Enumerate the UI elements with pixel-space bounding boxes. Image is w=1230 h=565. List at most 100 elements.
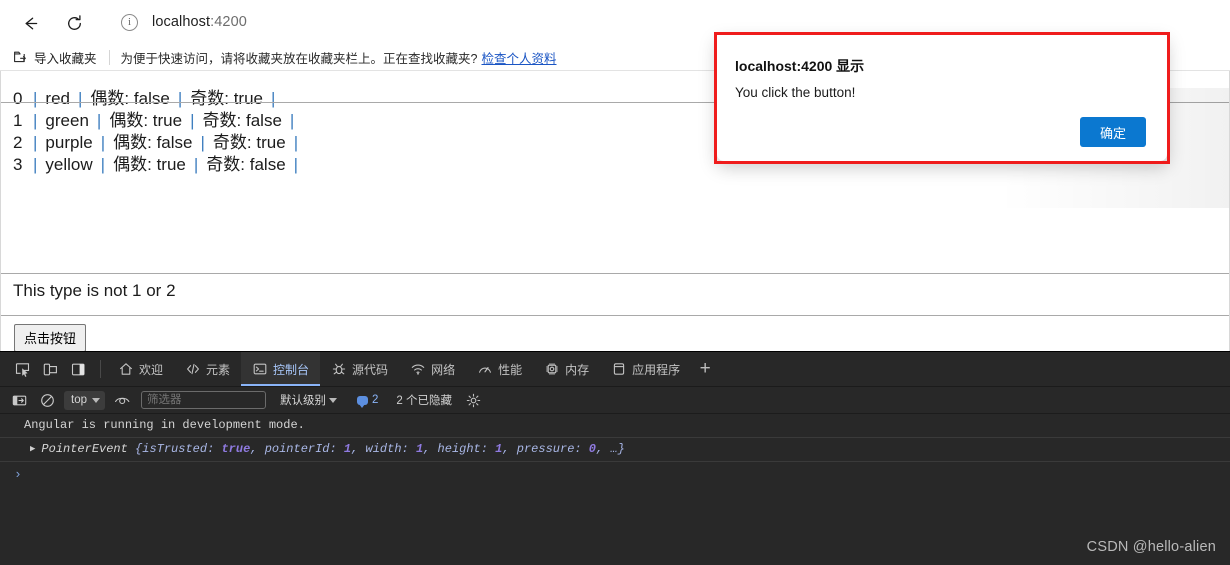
address-bar-url: localhost:4200 — [152, 14, 247, 30]
row-separator: | — [33, 111, 38, 130]
console-prompt[interactable]: › — [0, 462, 1230, 487]
tab-memory[interactable]: 内存 — [533, 352, 600, 386]
watermark: CSDN @hello-alien — [1086, 539, 1216, 555]
performance-icon — [477, 362, 492, 377]
code-icon — [185, 362, 200, 377]
click-button[interactable]: 点击按钮 — [14, 324, 87, 351]
row-odd-value: true — [233, 89, 263, 108]
dock-side-icon[interactable] — [66, 357, 90, 381]
more-tabs-button[interactable]: + — [691, 352, 719, 386]
reload-button[interactable] — [60, 9, 88, 37]
row-separator: | — [33, 133, 38, 152]
url-port: :4200 — [210, 14, 247, 30]
row-odd-value: false — [245, 111, 282, 130]
console-icon — [252, 362, 267, 377]
console-filter-input[interactable] — [141, 391, 266, 409]
divider-middle — [1, 273, 1229, 274]
tab-elements[interactable]: 元素 — [174, 352, 241, 386]
row-even-label: 偶数: — [109, 111, 149, 130]
bookmarks-hint: 为便于快速访问，请将收藏夹放在收藏夹栏上。正在查找收藏夹? — [120, 51, 478, 66]
row-odd-value: true — [256, 133, 286, 152]
tab-label: 应用程序 — [632, 362, 681, 377]
tab-console[interactable]: 控制台 — [241, 352, 321, 386]
object-key: pointerId — [264, 442, 330, 456]
log-level-selector[interactable]: 默认级别 — [280, 392, 337, 408]
row-odd-label: 奇数: — [202, 111, 242, 130]
live-expression-icon[interactable] — [111, 390, 133, 410]
chevron-down-icon — [329, 397, 337, 403]
clear-console-icon[interactable] — [36, 390, 58, 410]
object-key: isTrusted — [142, 442, 208, 456]
tab-network[interactable]: 网络 — [399, 352, 466, 386]
row-even-label: 偶数: — [113, 133, 152, 152]
tab-sources[interactable]: 源代码 — [320, 352, 399, 386]
row-separator: | — [177, 89, 183, 108]
dialog-title: localhost:4200 显示 — [735, 58, 865, 74]
console-sidebar-icon[interactable] — [8, 390, 30, 410]
row-even-label: 偶数: — [90, 89, 130, 108]
tab-welcome[interactable]: 欢迎 — [107, 352, 174, 386]
object-key: pressure — [516, 442, 575, 456]
execution-context-label: top — [71, 394, 87, 406]
row-separator: | — [190, 111, 195, 130]
memory-icon — [544, 362, 559, 377]
row-index: 0 — [13, 89, 23, 108]
url-host: localhost — [152, 14, 211, 30]
row-index: 3 — [13, 155, 23, 174]
row-color: purple — [45, 133, 93, 152]
row-odd-label: 奇数: — [212, 133, 252, 152]
object-key: height — [437, 442, 481, 456]
object-class-name: PointerEvent — [41, 442, 128, 456]
console-object-message[interactable]: ▶ PointerEvent {isTrusted: true, pointerI… — [0, 438, 1230, 462]
execution-context-selector[interactable]: top — [64, 390, 105, 410]
row-separator: | — [100, 133, 106, 152]
import-bookmarks-icon — [14, 51, 26, 63]
inspect-element-icon[interactable] — [10, 357, 34, 381]
site-info-icon[interactable]: i — [121, 13, 138, 31]
issues-count: 2 — [372, 394, 379, 406]
object-ellipsis: … — [610, 442, 618, 456]
row-separator: | — [33, 89, 38, 108]
object-value: true — [221, 442, 251, 456]
row-separator: | — [78, 89, 83, 108]
row-index: 2 — [13, 133, 23, 152]
row-even-label: 偶数: — [113, 155, 152, 174]
row-color: yellow — [45, 155, 93, 174]
row-even-value: true — [152, 111, 183, 130]
row-separator: | — [33, 155, 38, 174]
console-filter-toolbar: top 默认级别 2 2 个已隐藏 — [0, 387, 1230, 414]
row-color: green — [45, 111, 89, 130]
import-bookmarks-label: 导入收藏夹 — [34, 51, 97, 66]
tab-application[interactable]: 应用程序 — [600, 352, 691, 386]
back-button[interactable] — [16, 9, 44, 37]
console-settings-gear-icon[interactable] — [466, 393, 481, 408]
row-odd-value: false — [249, 155, 286, 174]
issues-badge[interactable]: 2 — [357, 394, 379, 408]
row-separator: | — [200, 133, 205, 152]
console-message: Angular is running in development mode. — [0, 414, 1230, 438]
import-bookmarks-button[interactable]: 导入收藏夹 — [13, 48, 97, 67]
check-profile-link[interactable]: 检查个人资料 — [481, 48, 556, 67]
tabbar-divider — [100, 360, 101, 378]
row-separator: | — [271, 89, 276, 108]
tab-label: 性能 — [498, 362, 523, 377]
devtools-tabs: 欢迎 元素 控制台 源代码 网络 性能 内存 应用程序 + — [107, 352, 719, 386]
row-index: 1 — [13, 111, 23, 130]
expand-arrow-icon[interactable]: ▶ — [30, 442, 35, 457]
object-key: width — [365, 442, 402, 456]
chevron-down-icon — [92, 397, 100, 403]
device-toolbar-icon[interactable] — [38, 357, 62, 381]
bookmark-divider — [108, 49, 110, 65]
row-color: red — [45, 89, 70, 108]
screenshot-root: i localhost:4200 导入收藏夹 为便于快速访问，请将收藏夹放在收藏… — [0, 0, 1230, 565]
tab-label: 控制台 — [273, 362, 310, 377]
row-separator: | — [293, 155, 299, 174]
dialog-ok-button[interactable]: 确定 — [1080, 117, 1146, 147]
row-separator: | — [96, 111, 102, 130]
row-separator: | — [100, 155, 106, 174]
divider-bottom — [1, 315, 1229, 316]
tab-performance[interactable]: 性能 — [466, 352, 533, 386]
type-message: This type is not 1 or 2 — [13, 281, 176, 300]
address-bar[interactable]: i localhost:4200 — [105, 7, 1215, 37]
console-output: Angular is running in development mode. … — [0, 414, 1230, 487]
